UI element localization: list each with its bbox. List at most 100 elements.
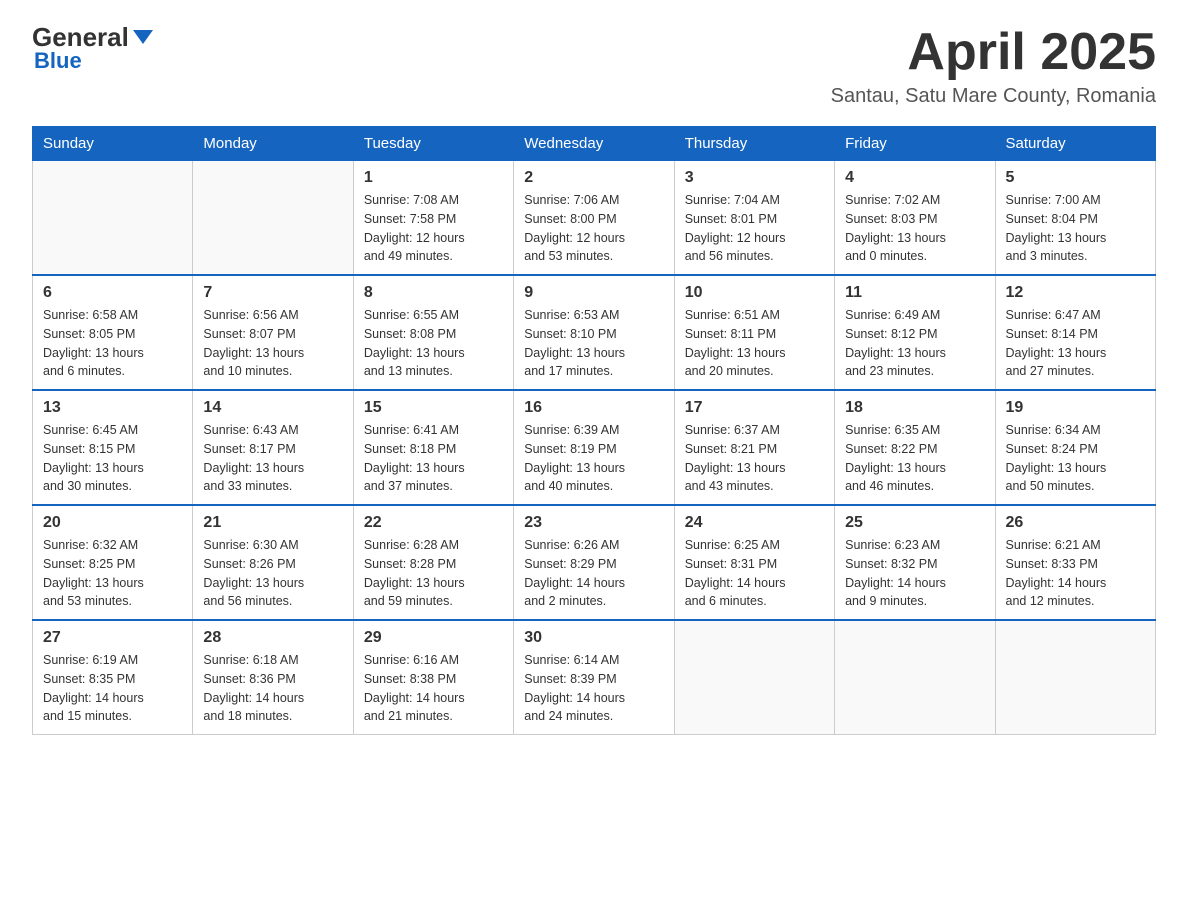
calendar-cell xyxy=(995,620,1155,735)
logo-general-text: General xyxy=(32,24,129,50)
calendar-day-header: Wednesday xyxy=(514,127,674,161)
day-info: Sunrise: 6:55 AM Sunset: 8:08 PM Dayligh… xyxy=(364,306,503,381)
day-number: 16 xyxy=(524,399,663,417)
calendar-cell: 8 Sunrise: 6:55 AM Sunset: 8:08 PM Daylig… xyxy=(353,275,513,390)
calendar-cell: 23Sunrise: 6:26 AM Sunset: 8:29 PM Dayli… xyxy=(514,505,674,620)
day-info: Sunrise: 6:19 AM Sunset: 8:35 PM Dayligh… xyxy=(43,651,182,726)
location-title: Santau, Satu Mare County, Romania xyxy=(831,85,1156,108)
day-number: 8 xyxy=(364,284,503,302)
calendar-cell: 26 Sunrise: 6:21 AM Sunset: 8:33 PM Dayli… xyxy=(995,505,1155,620)
calendar-cell xyxy=(835,620,995,735)
calendar-cell: 30 Sunrise: 6:14 AM Sunset: 8:39 PM Dayli… xyxy=(514,620,674,735)
day-info: Sunrise: 6:39 AM Sunset: 8:19 PM Dayligh… xyxy=(524,421,663,496)
calendar-cell: 20 Sunrise: 6:32 AM Sunset: 8:25 PM Dayli… xyxy=(33,505,193,620)
calendar-cell xyxy=(193,161,353,276)
calendar-day-header: Tuesday xyxy=(353,127,513,161)
day-info: Sunrise: 7:06 AM Sunset: 8:00 PM Dayligh… xyxy=(524,191,663,266)
calendar-table: SundayMondayTuesdayWednesdayThursdayFrid… xyxy=(32,126,1156,735)
day-number: 12 xyxy=(1006,284,1145,302)
calendar-week-row: 6 Sunrise: 6:58 AM Sunset: 8:05 PM Daylig… xyxy=(33,275,1156,390)
day-info: Sunrise: 6:18 AM Sunset: 8:36 PM Dayligh… xyxy=(203,651,342,726)
logo-blue-text: Blue xyxy=(34,48,82,74)
calendar-cell: 2 Sunrise: 7:06 AM Sunset: 8:00 PM Daylig… xyxy=(514,161,674,276)
day-info: Sunrise: 6:28 AM Sunset: 8:28 PM Dayligh… xyxy=(364,536,503,611)
day-number: 27 xyxy=(43,629,182,647)
calendar-cell: 15Sunrise: 6:41 AM Sunset: 8:18 PM Dayli… xyxy=(353,390,513,505)
day-info: Sunrise: 6:47 AM Sunset: 8:14 PM Dayligh… xyxy=(1006,306,1145,381)
day-number: 17 xyxy=(685,399,824,417)
day-number: 10 xyxy=(685,284,824,302)
day-info: Sunrise: 6:58 AM Sunset: 8:05 PM Dayligh… xyxy=(43,306,182,381)
month-title: April 2025 xyxy=(831,24,1156,81)
day-info: Sunrise: 6:53 AM Sunset: 8:10 PM Dayligh… xyxy=(524,306,663,381)
calendar-week-row: 13 Sunrise: 6:45 AM Sunset: 8:15 PM Dayli… xyxy=(33,390,1156,505)
day-info: Sunrise: 6:14 AM Sunset: 8:39 PM Dayligh… xyxy=(524,651,663,726)
day-info: Sunrise: 6:25 AM Sunset: 8:31 PM Dayligh… xyxy=(685,536,824,611)
calendar-cell: 24 Sunrise: 6:25 AM Sunset: 8:31 PM Dayli… xyxy=(674,505,834,620)
day-number: 29 xyxy=(364,629,503,647)
day-number: 26 xyxy=(1006,514,1145,532)
day-number: 6 xyxy=(43,284,182,302)
calendar-cell: 11 Sunrise: 6:49 AM Sunset: 8:12 PM Dayli… xyxy=(835,275,995,390)
day-number: 4 xyxy=(845,169,984,187)
calendar-week-row: 1Sunrise: 7:08 AM Sunset: 7:58 PM Daylig… xyxy=(33,161,1156,276)
day-number: 28 xyxy=(203,629,342,647)
day-number: 20 xyxy=(43,514,182,532)
calendar-cell: 5Sunrise: 7:00 AM Sunset: 8:04 PM Daylig… xyxy=(995,161,1155,276)
day-number: 7 xyxy=(203,284,342,302)
calendar-cell: 25 Sunrise: 6:23 AM Sunset: 8:32 PM Dayli… xyxy=(835,505,995,620)
calendar-cell: 7Sunrise: 6:56 AM Sunset: 8:07 PM Daylig… xyxy=(193,275,353,390)
day-number: 14 xyxy=(203,399,342,417)
calendar-cell: 14 Sunrise: 6:43 AM Sunset: 8:17 PM Dayli… xyxy=(193,390,353,505)
day-number: 21 xyxy=(203,514,342,532)
calendar-day-header: Thursday xyxy=(674,127,834,161)
day-info: Sunrise: 7:02 AM Sunset: 8:03 PM Dayligh… xyxy=(845,191,984,266)
day-info: Sunrise: 6:16 AM Sunset: 8:38 PM Dayligh… xyxy=(364,651,503,726)
calendar-cell: 17 Sunrise: 6:37 AM Sunset: 8:21 PM Dayli… xyxy=(674,390,834,505)
calendar-cell: 21 Sunrise: 6:30 AM Sunset: 8:26 PM Dayli… xyxy=(193,505,353,620)
day-number: 1 xyxy=(364,169,503,187)
calendar-cell: 10 Sunrise: 6:51 AM Sunset: 8:11 PM Dayli… xyxy=(674,275,834,390)
day-info: Sunrise: 6:23 AM Sunset: 8:32 PM Dayligh… xyxy=(845,536,984,611)
calendar-cell: 16 Sunrise: 6:39 AM Sunset: 8:19 PM Dayli… xyxy=(514,390,674,505)
day-info: Sunrise: 6:21 AM Sunset: 8:33 PM Dayligh… xyxy=(1006,536,1145,611)
day-info: Sunrise: 6:41 AM Sunset: 8:18 PM Dayligh… xyxy=(364,421,503,496)
day-number: 23 xyxy=(524,514,663,532)
calendar-day-header: Monday xyxy=(193,127,353,161)
page-header: General Blue April 2025 Santau, Satu Mar… xyxy=(32,24,1156,108)
day-number: 13 xyxy=(43,399,182,417)
day-info: Sunrise: 6:49 AM Sunset: 8:12 PM Dayligh… xyxy=(845,306,984,381)
day-number: 11 xyxy=(845,284,984,302)
calendar-cell: 12 Sunrise: 6:47 AM Sunset: 8:14 PM Dayli… xyxy=(995,275,1155,390)
day-number: 3 xyxy=(685,169,824,187)
calendar-cell: 1Sunrise: 7:08 AM Sunset: 7:58 PM Daylig… xyxy=(353,161,513,276)
day-info: Sunrise: 6:37 AM Sunset: 8:21 PM Dayligh… xyxy=(685,421,824,496)
day-number: 5 xyxy=(1006,169,1145,187)
calendar-cell: 9 Sunrise: 6:53 AM Sunset: 8:10 PM Daylig… xyxy=(514,275,674,390)
day-number: 22 xyxy=(364,514,503,532)
day-info: Sunrise: 6:45 AM Sunset: 8:15 PM Dayligh… xyxy=(43,421,182,496)
calendar-cell: 18Sunrise: 6:35 AM Sunset: 8:22 PM Dayli… xyxy=(835,390,995,505)
calendar-cell: 13 Sunrise: 6:45 AM Sunset: 8:15 PM Dayli… xyxy=(33,390,193,505)
day-number: 24 xyxy=(685,514,824,532)
day-info: Sunrise: 6:30 AM Sunset: 8:26 PM Dayligh… xyxy=(203,536,342,611)
calendar-cell: 6 Sunrise: 6:58 AM Sunset: 8:05 PM Daylig… xyxy=(33,275,193,390)
day-number: 25 xyxy=(845,514,984,532)
calendar-cell: 28 Sunrise: 6:18 AM Sunset: 8:36 PM Dayli… xyxy=(193,620,353,735)
title-area: April 2025 Santau, Satu Mare County, Rom… xyxy=(831,24,1156,108)
day-number: 30 xyxy=(524,629,663,647)
calendar-header-row: SundayMondayTuesdayWednesdayThursdayFrid… xyxy=(33,127,1156,161)
calendar-cell xyxy=(674,620,834,735)
calendar-cell: 4 Sunrise: 7:02 AM Sunset: 8:03 PM Daylig… xyxy=(835,161,995,276)
day-info: Sunrise: 6:51 AM Sunset: 8:11 PM Dayligh… xyxy=(685,306,824,381)
day-info: Sunrise: 6:32 AM Sunset: 8:25 PM Dayligh… xyxy=(43,536,182,611)
calendar-cell: 27 Sunrise: 6:19 AM Sunset: 8:35 PM Dayli… xyxy=(33,620,193,735)
logo-triangle-icon xyxy=(133,30,153,44)
day-number: 2 xyxy=(524,169,663,187)
calendar-cell xyxy=(33,161,193,276)
day-number: 9 xyxy=(524,284,663,302)
calendar-cell: 3Sunrise: 7:04 AM Sunset: 8:01 PM Daylig… xyxy=(674,161,834,276)
calendar-cell: 19Sunrise: 6:34 AM Sunset: 8:24 PM Dayli… xyxy=(995,390,1155,505)
day-number: 19 xyxy=(1006,399,1145,417)
day-info: Sunrise: 6:43 AM Sunset: 8:17 PM Dayligh… xyxy=(203,421,342,496)
